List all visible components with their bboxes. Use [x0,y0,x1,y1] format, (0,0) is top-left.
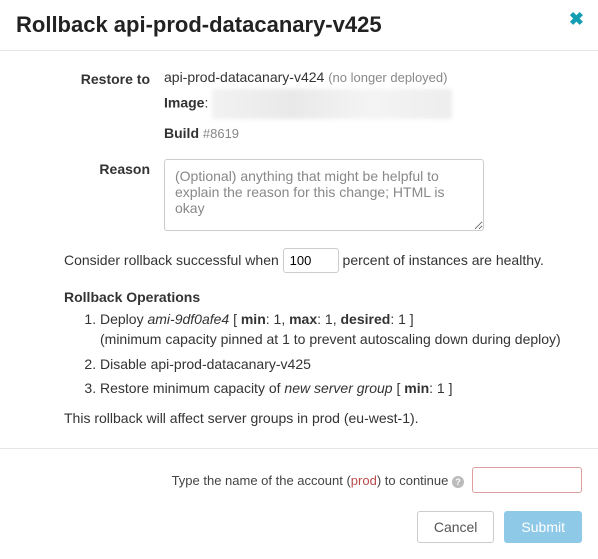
build-label: Build [164,125,199,141]
confirm-row: Type the name of the account (prod) to c… [16,467,582,493]
ops-item-note: (minimum capacity pinned at 1 to prevent… [100,329,566,349]
button-row: Cancel Submit [16,511,582,543]
server-group: new server group [284,380,392,396]
ops-item: Disable api-prod-datacanary-v425 [100,354,566,374]
cancel-button[interactable]: Cancel [417,511,495,543]
image-value-redacted [212,89,452,119]
modal-body: Restore to api-prod-datacanary-v424 (no … [0,51,598,448]
reason-label: Reason [16,159,164,234]
ops-item: Deploy ami-9df0afe4 [ min: 1, max: 1, de… [100,309,566,350]
ops-list: Deploy ami-9df0afe4 [ min: 1, max: 1, de… [84,309,582,398]
build-number: #8619 [203,126,239,141]
restore-target: api-prod-datacanary-v424 [164,69,324,85]
ami-id: ami-9df0afe4 [147,311,229,327]
modal-title: Rollback api-prod-datacanary-v425 [16,12,582,38]
confirm-label: Type the name of the account (prod) to c… [172,473,464,488]
ops-title: Rollback Operations [64,289,582,305]
ops-item: Restore minimum capacity of new server g… [100,378,566,398]
image-label: Image [164,95,204,111]
account-name: prod [351,473,377,488]
restore-field: api-prod-datacanary-v424 (no longer depl… [164,69,582,145]
threshold-prefix: Consider rollback successful when [64,252,279,268]
help-icon[interactable]: ? [452,476,464,488]
restore-row: Restore to api-prod-datacanary-v424 (no … [16,69,582,145]
reason-input[interactable] [164,159,484,231]
submit-button[interactable]: Submit [504,511,582,543]
confirm-input[interactable] [472,467,582,493]
threshold-input[interactable] [283,248,339,273]
restore-label: Restore to [16,69,164,145]
threshold-row: Consider rollback successful when percen… [64,248,582,273]
modal-header: Rollback api-prod-datacanary-v425 ✖ [0,0,598,51]
reason-row: Reason [16,159,582,234]
modal-footer: Type the name of the account (prod) to c… [0,448,598,559]
restore-target-note: (no longer deployed) [328,70,447,85]
threshold-suffix: percent of instances are healthy. [343,252,544,268]
affect-text: This rollback will affect server groups … [64,410,582,426]
close-icon[interactable]: ✖ [569,10,584,28]
